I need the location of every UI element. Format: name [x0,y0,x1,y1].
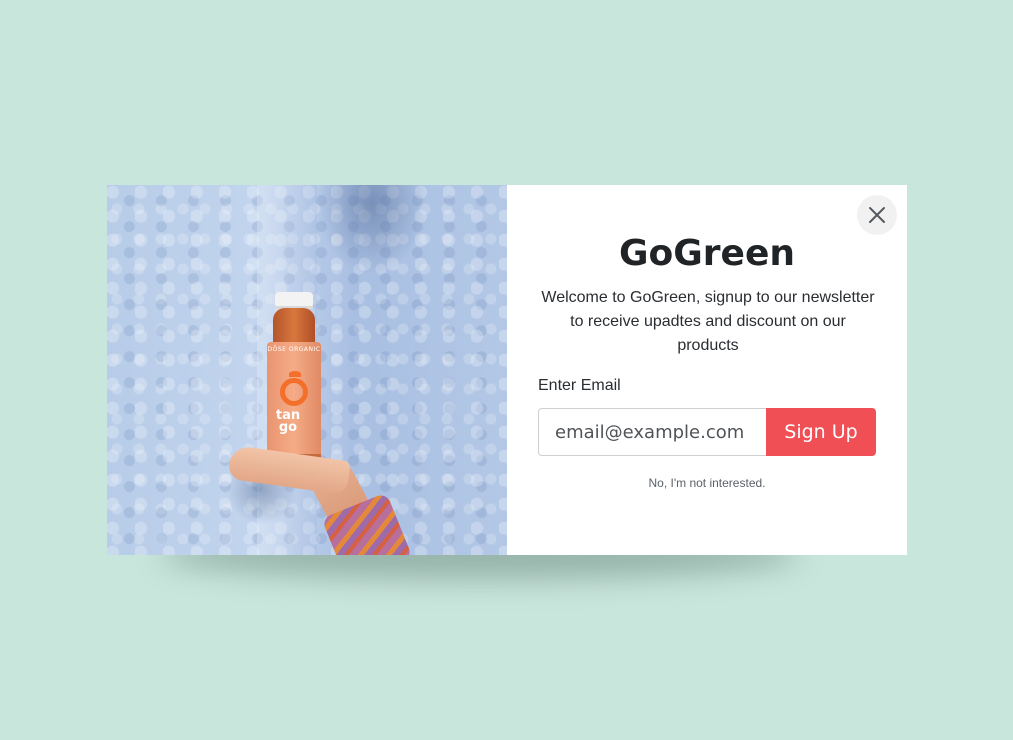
modal-intro: Welcome to GoGreen, signup to our newsle… [541,289,875,354]
decline-link[interactable]: No, I'm not interested. [648,476,765,490]
signup-button[interactable]: Sign Up [766,408,876,456]
modal-title: GoGreen [618,233,796,274]
email-label: Enter Email [538,377,621,394]
page: DÖSE ORGANIC tan go GoGreen Welcome to G… [0,0,1013,740]
close-button[interactable] [857,195,897,235]
bottle-logo [280,378,308,406]
close-icon [869,207,885,223]
modal-content: GoGreen Welcome to GoGreen, signup to ou… [507,185,907,555]
juice-bottle: DÖSE ORGANIC tan go [267,292,321,464]
newsletter-modal: DÖSE ORGANIC tan go GoGreen Welcome to G… [107,185,907,555]
product-photo: DÖSE ORGANIC tan go [107,185,507,555]
bottle-cap [275,292,313,309]
bottle-brand: DÖSE ORGANIC [267,346,321,353]
email-input[interactable] [538,408,766,456]
leaf-shadow [317,185,427,275]
bottle-neck [273,308,315,344]
palm [227,444,351,496]
bottle-logo-leaf [289,371,301,377]
signup-form: Sign Up [538,408,876,456]
bottle-flavor: tan go [275,408,301,435]
